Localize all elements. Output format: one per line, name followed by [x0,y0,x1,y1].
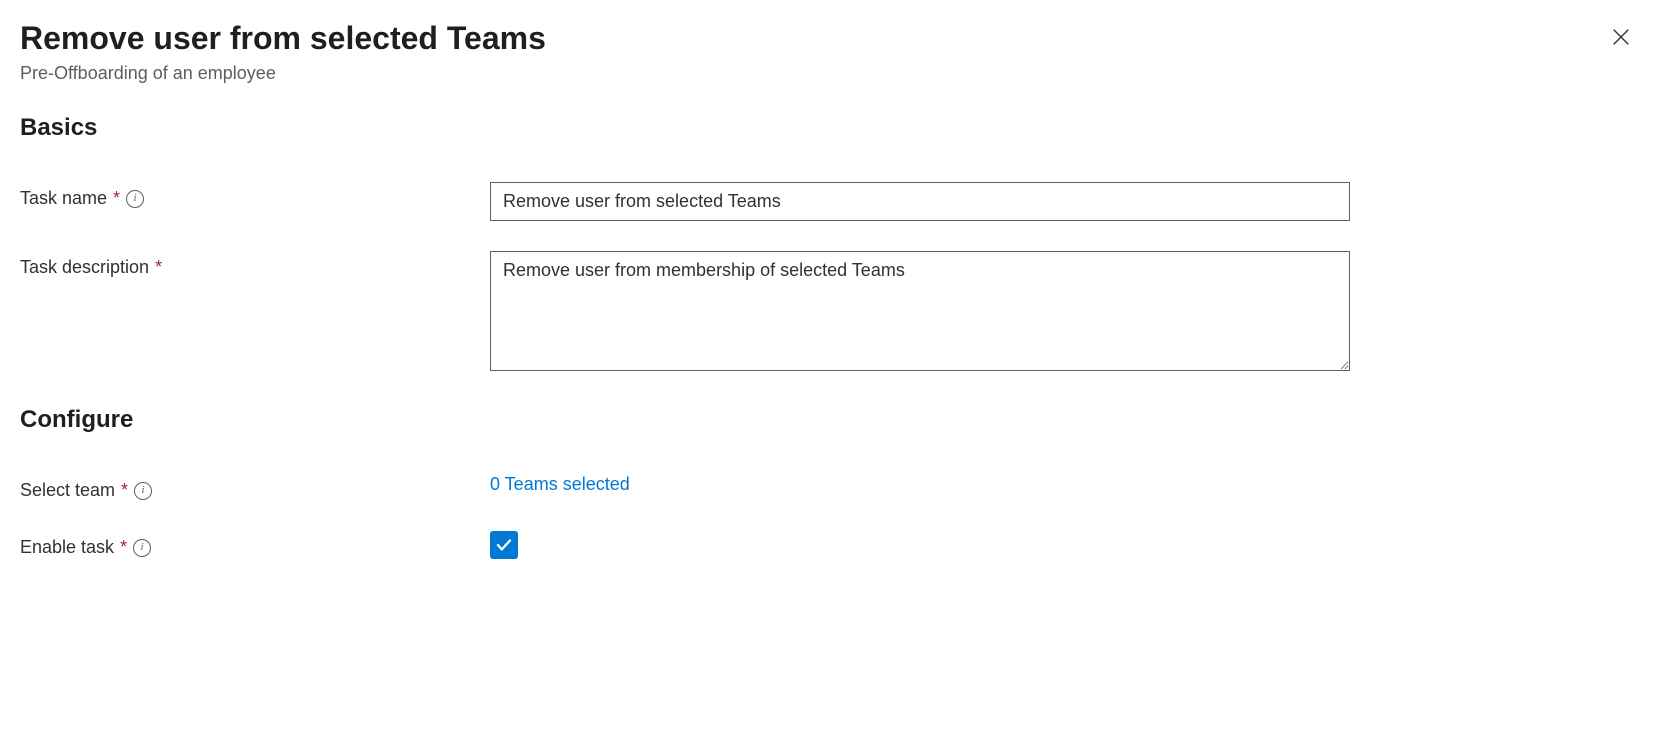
task-name-control-cell [490,182,1350,221]
task-name-label: Task name [20,188,107,209]
select-team-control-cell: 0 Teams selected [490,474,1350,495]
select-team-row: Select team * i 0 Teams selected [20,474,1638,501]
task-description-row: Task description * [20,251,1638,376]
info-icon[interactable]: i [134,482,152,500]
panel-title: Remove user from selected Teams [20,20,1604,57]
task-name-row: Task name * i [20,182,1638,221]
info-icon[interactable]: i [126,190,144,208]
task-name-input[interactable] [490,182,1350,221]
enable-task-label-cell: Enable task * i [20,531,490,558]
close-icon [1610,26,1632,48]
required-asterisk: * [155,257,162,278]
enable-task-control-cell [490,531,1350,559]
required-asterisk: * [113,188,120,209]
panel-header: Remove user from selected Teams Pre-Offb… [20,20,1638,84]
task-description-input[interactable] [490,251,1350,371]
task-description-control-cell [490,251,1350,376]
task-description-label-cell: Task description * [20,251,490,278]
required-asterisk: * [120,537,127,558]
panel-subtitle: Pre-Offboarding of an employee [20,63,1604,84]
select-team-label: Select team [20,480,115,501]
enable-task-label: Enable task [20,537,114,558]
configure-heading: Configure [20,406,1638,434]
checkmark-icon [495,536,513,554]
select-team-label-cell: Select team * i [20,474,490,501]
enable-task-row: Enable task * i [20,531,1638,559]
required-asterisk: * [121,480,128,501]
info-icon[interactable]: i [133,539,151,557]
teams-selected-link[interactable]: 0 Teams selected [490,474,630,494]
close-button[interactable] [1604,20,1638,54]
header-text-block: Remove user from selected Teams Pre-Offb… [20,20,1604,84]
task-name-label-cell: Task name * i [20,182,490,209]
task-description-label: Task description [20,257,149,278]
basics-heading: Basics [20,114,1638,142]
enable-task-checkbox[interactable] [490,531,518,559]
